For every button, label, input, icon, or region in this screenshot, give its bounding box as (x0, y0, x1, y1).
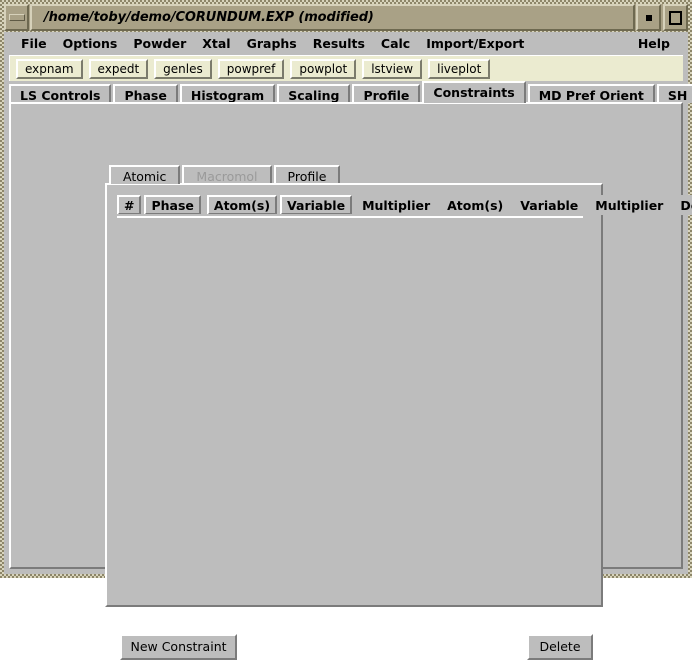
menu-item-calc[interactable]: Calc (373, 34, 418, 53)
maximize-icon (669, 10, 682, 25)
column-header-delete: Delete (673, 195, 692, 215)
menu-bar-right-group: Help (630, 32, 678, 54)
tab-scaling[interactable]: Scaling (277, 84, 351, 103)
window-menu-icon (8, 14, 25, 21)
tab-ls-controls[interactable]: LS Controls (9, 84, 112, 103)
menu-bar-left-group: File Options Powder Xtal Graphs Results … (4, 34, 532, 53)
tab-atomic[interactable]: Atomic (109, 165, 181, 184)
notebook-body: Atomic Macromol Profile # Phase Atom(s) (9, 102, 692, 660)
window-menu-button[interactable] (4, 4, 29, 31)
toolbar-button-powplot[interactable]: powplot (290, 58, 357, 79)
column-header-variable-1[interactable]: Variable (280, 195, 353, 215)
tab-constraints[interactable]: Constraints (422, 81, 526, 103)
minimize-icon (645, 14, 652, 21)
title-bar: /home/toby/demo/CORUNDUM.EXP (modified) (4, 4, 688, 31)
column-header-variable-2: Variable (513, 195, 586, 215)
atomic-constraints-panel: # Phase Atom(s) Variable Multiplier Atom (105, 183, 692, 660)
toolbar-button-powpref[interactable]: powpref (217, 58, 285, 79)
column-header-atoms-1[interactable]: Atom(s) (206, 195, 278, 215)
window-title: /home/toby/demo/CORUNDUM.EXP (modified) (44, 10, 374, 25)
toolbar: expnam expedt genles powpref powplot lst… (9, 55, 683, 81)
toolbar-button-expedt[interactable]: expedt (88, 58, 149, 79)
tab-profile[interactable]: Profile (352, 84, 421, 103)
menu-bar: File Options Powder Xtal Graphs Results … (4, 32, 688, 54)
tab-histogram[interactable]: Histogram (179, 84, 276, 103)
column-header-phase[interactable]: Phase (144, 195, 201, 215)
constraint-action-bar: New Constraint Delete (107, 632, 605, 670)
toolbar-button-lstview[interactable]: lstview (362, 58, 423, 79)
menu-item-results[interactable]: Results (305, 34, 373, 53)
main-notebook: LS Controls Phase Histogram Scaling Prof… (9, 81, 692, 660)
constraints-notebook: Atomic Macromol Profile # Phase Atom(s) (105, 164, 692, 660)
column-header-multiplier-1: Multiplier (355, 195, 438, 215)
title-bar-text-area: /home/toby/demo/CORUNDUM.EXP (modified) (30, 4, 635, 31)
column-header-atoms-2: Atom(s) (440, 195, 511, 215)
tab-phase[interactable]: Phase (113, 84, 178, 103)
application-window: /home/toby/demo/CORUNDUM.EXP (modified) … (0, 0, 692, 660)
menu-item-graphs[interactable]: Graphs (239, 34, 305, 53)
new-constraint-button[interactable]: New Constraint (120, 634, 237, 660)
constraint-list[interactable] (109, 218, 599, 603)
toolbar-button-liveplot[interactable]: liveplot (428, 58, 491, 79)
toolbar-button-expnam[interactable]: expnam (16, 58, 83, 79)
toolbar-button-genles[interactable]: genles (154, 58, 212, 79)
tab-inner-profile[interactable]: Profile (273, 165, 341, 184)
main-tab-row: LS Controls Phase Histogram Scaling Prof… (9, 81, 692, 103)
menu-item-file[interactable]: File (13, 34, 55, 53)
menu-item-powder[interactable]: Powder (125, 34, 194, 53)
column-header-multiplier-2: Multiplier (588, 195, 671, 215)
menu-item-options[interactable]: Options (55, 34, 126, 53)
constraints-tab-row: Atomic Macromol Profile (109, 164, 342, 184)
constraint-table-header: # Phase Atom(s) Variable Multiplier Atom (117, 195, 692, 215)
tab-md-pref-orient[interactable]: MD Pref Orient (527, 84, 655, 103)
menu-item-xtal[interactable]: Xtal (194, 34, 238, 53)
menu-item-import-export[interactable]: Import/Export (418, 34, 532, 53)
maximize-button[interactable] (663, 4, 688, 31)
tab-sh-pref-orient[interactable]: SH Pref Orient (656, 84, 692, 103)
column-header-index[interactable]: # (117, 195, 142, 215)
menu-item-help[interactable]: Help (630, 34, 678, 53)
minimize-button[interactable] (636, 4, 661, 31)
client-area: File Options Powder Xtal Graphs Results … (4, 32, 692, 660)
delete-constraint-button[interactable]: Delete (527, 634, 593, 660)
tab-macromol: Macromol (182, 165, 272, 184)
